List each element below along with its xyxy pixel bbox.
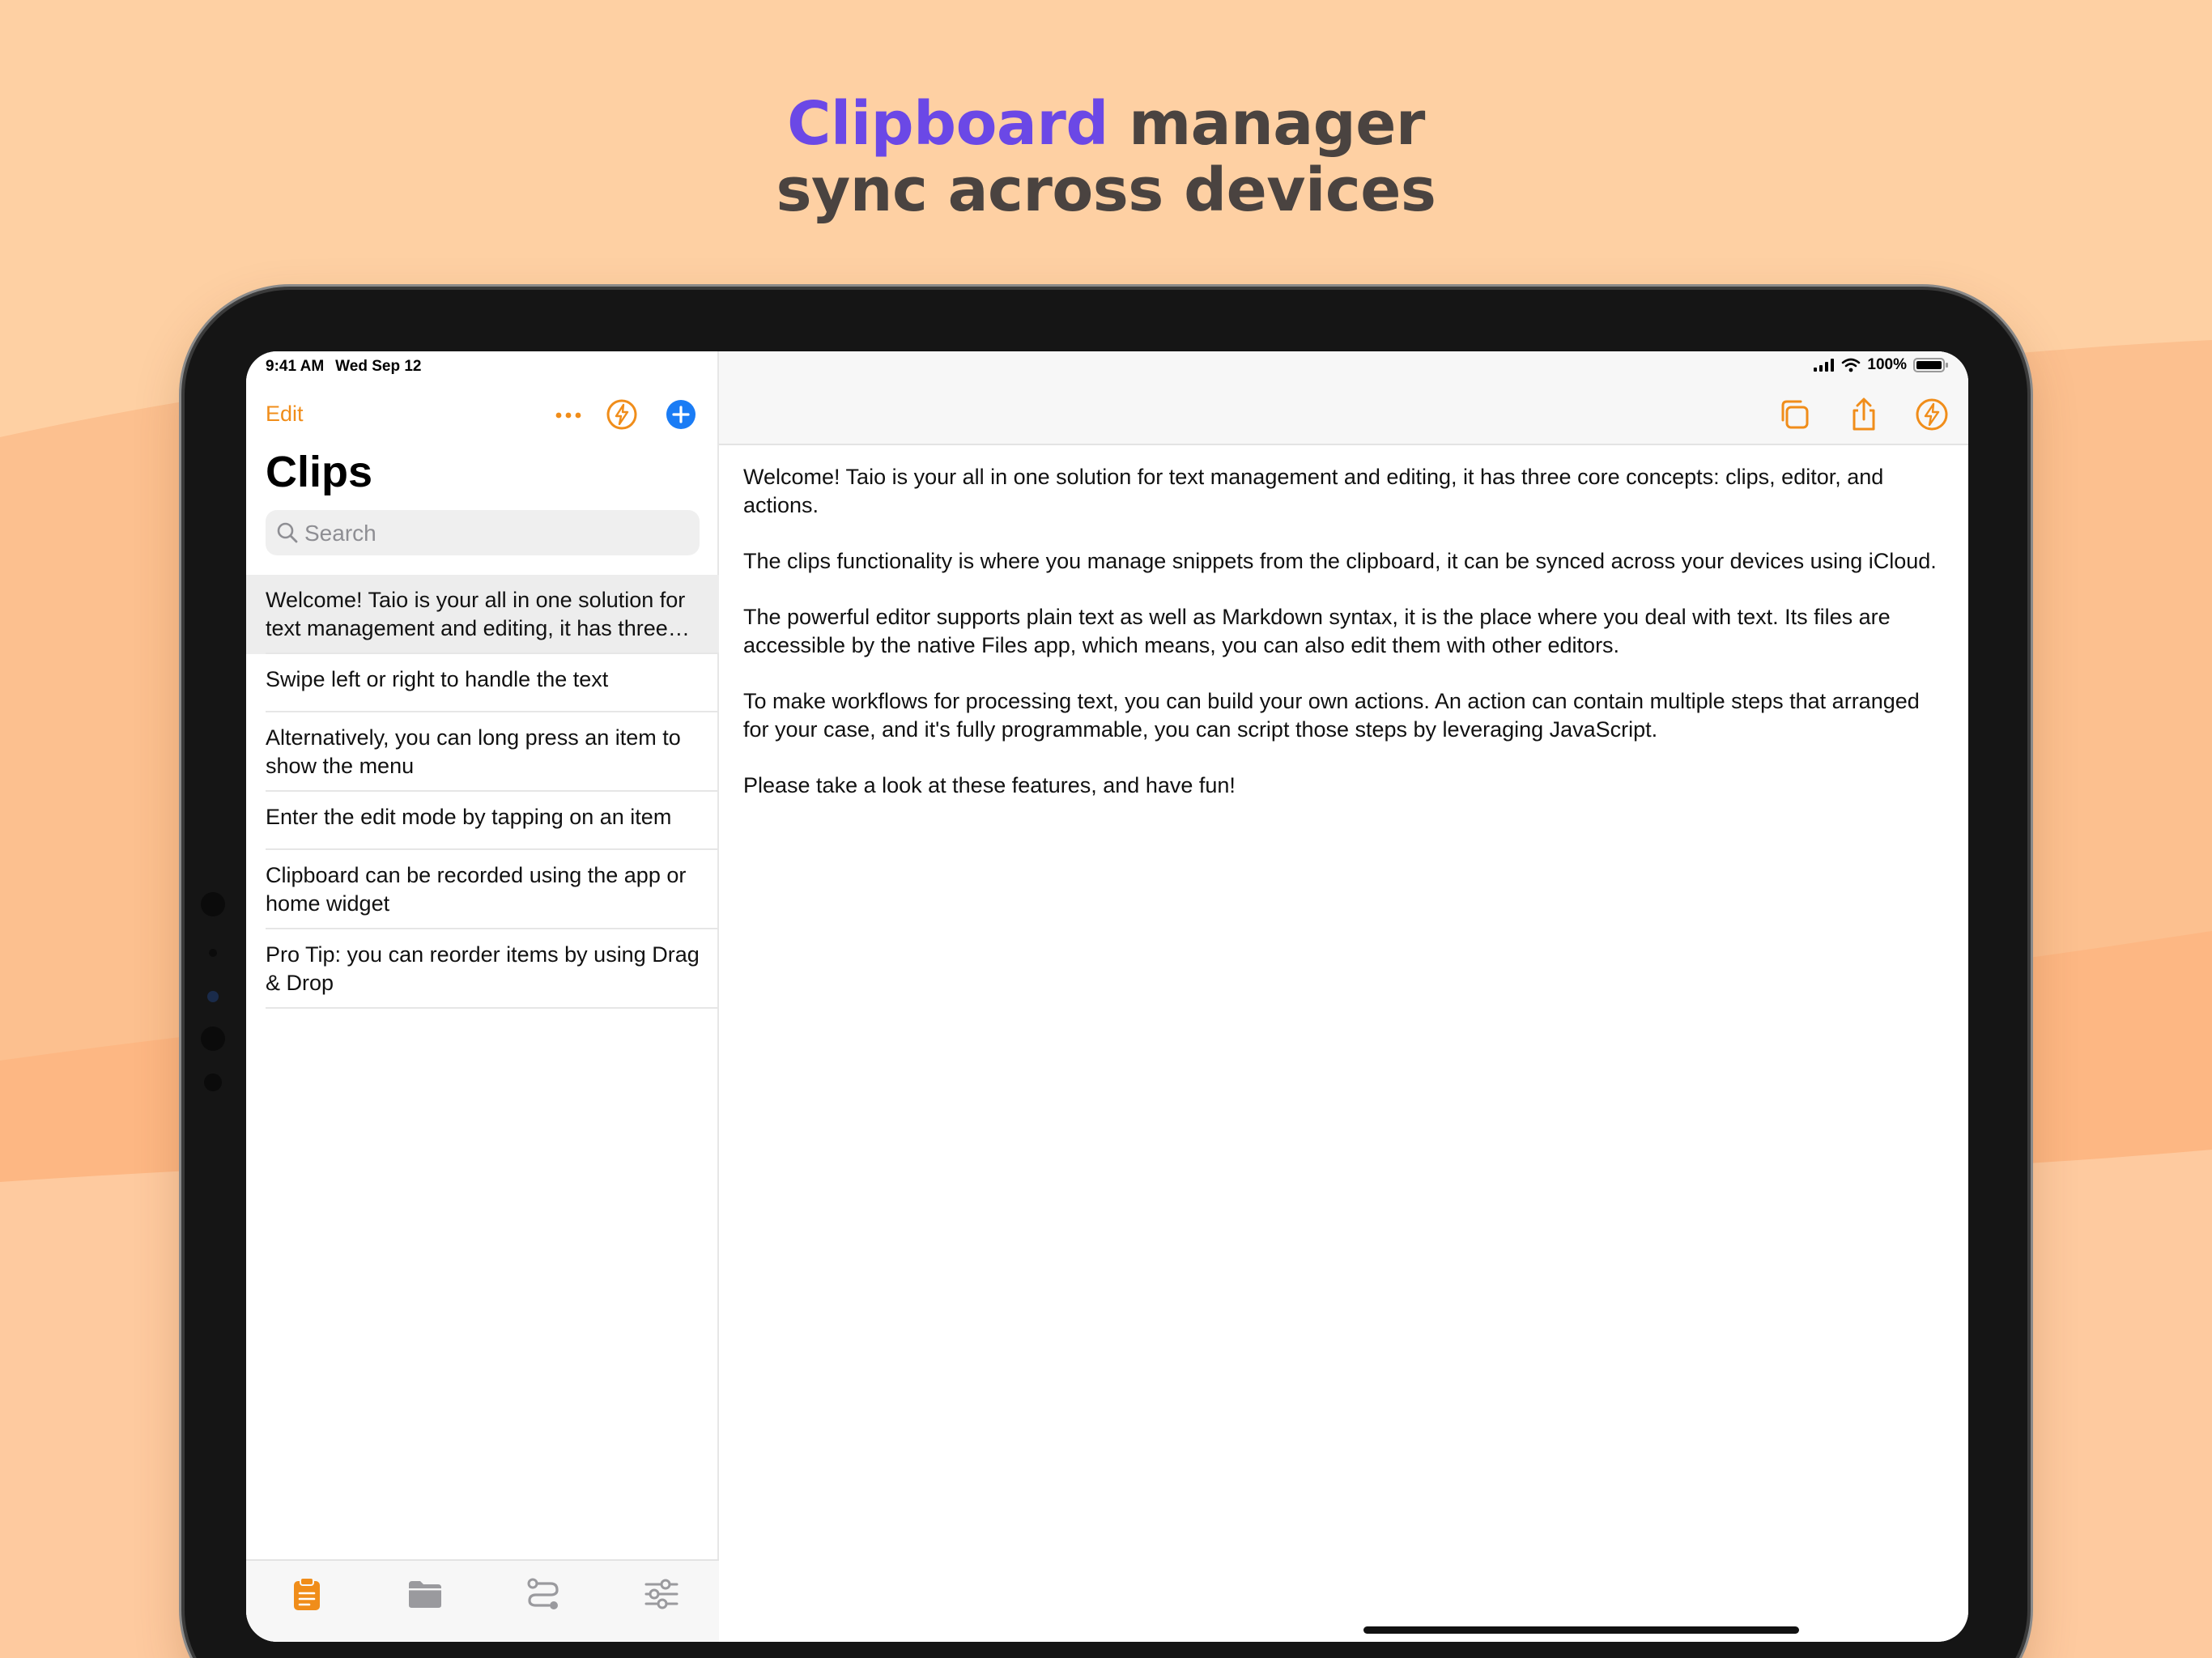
list-item-text: Welcome! Taio is your all in one solutio… xyxy=(266,588,686,640)
clip-list: Welcome! Taio is your all in one solutio… xyxy=(246,575,719,1009)
headline-line2: sync across devices xyxy=(776,155,1436,225)
list-item[interactable]: Welcome! Taio is your all in one solutio… xyxy=(246,575,719,654)
list-item-text: Clipboard can be recorded using the app … xyxy=(266,863,687,916)
battery-icon xyxy=(1913,358,1948,372)
copy-icon[interactable] xyxy=(1776,397,1812,432)
paragraph: To make workflows for processing text, y… xyxy=(743,689,1920,742)
list-item[interactable]: Pro Tip: you can reorder items by using … xyxy=(246,929,719,1009)
add-icon[interactable] xyxy=(665,398,697,431)
list-item[interactable]: Enter the edit mode by tapping on an ite… xyxy=(246,792,719,850)
list-item-text: Enter the edit mode by tapping on an ite… xyxy=(266,805,672,829)
paragraph: The powerful editor supports plain text … xyxy=(743,605,1891,657)
editor-text[interactable]: Welcome! Taio is your all in one solutio… xyxy=(743,463,1942,827)
actions-tab-icon[interactable] xyxy=(525,1575,562,1613)
headline-accent: Clipboard xyxy=(787,89,1108,159)
search-placeholder: Search xyxy=(304,521,376,546)
folder-tab-icon[interactable] xyxy=(406,1575,444,1613)
paragraph: Welcome! Taio is your all in one solutio… xyxy=(743,465,1884,517)
wifi-icon xyxy=(1842,358,1861,372)
page-title: Clips xyxy=(266,448,373,496)
list-item[interactable]: Clipboard can be recorded using the app … xyxy=(246,850,719,929)
search-icon xyxy=(277,522,298,543)
list-item-text: Pro Tip: you can reorder items by using … xyxy=(266,942,700,995)
share-icon[interactable] xyxy=(1846,397,1882,432)
edit-button[interactable]: Edit xyxy=(266,402,304,427)
battery-percent: 100% xyxy=(1867,356,1907,373)
more-icon[interactable] xyxy=(551,403,586,427)
status-date: Wed Sep 12 xyxy=(335,358,422,375)
paragraph: Please take a look at these features, an… xyxy=(743,773,1236,797)
status-bar-right: 100% xyxy=(1814,356,1949,374)
home-indicator[interactable] xyxy=(1363,1626,1799,1634)
headline: Clipboard manager sync across devices xyxy=(0,91,2212,223)
bolt-icon[interactable] xyxy=(606,398,638,431)
sensor-dot xyxy=(204,1073,222,1091)
detail-toolbar: 100% xyxy=(719,351,1968,445)
sensor-dot xyxy=(201,1027,225,1051)
search-input[interactable]: Search xyxy=(266,510,700,555)
clipboard-tab-icon[interactable] xyxy=(288,1575,325,1613)
detail-pane: 100% Welcome! Taio is your all in one so… xyxy=(719,351,1968,1642)
screen: 9:41 AM Wed Sep 12 Edit Clips Search Welc… xyxy=(246,351,1968,1642)
list-item-text: Alternatively, you can long press an ite… xyxy=(266,725,681,778)
cellular-icon xyxy=(1814,359,1835,372)
headline-line1: manager xyxy=(1108,89,1425,159)
sensor-dot xyxy=(209,949,217,957)
list-item-text: Swipe left or right to handle the text xyxy=(266,667,609,691)
bolt-icon[interactable] xyxy=(1914,397,1950,432)
list-item[interactable]: Swipe left or right to handle the text xyxy=(246,654,719,712)
paragraph: The clips functionality is where you man… xyxy=(743,549,1937,573)
sensor-dot xyxy=(201,892,225,916)
settings-tab-icon[interactable] xyxy=(643,1575,680,1613)
tab-bar xyxy=(246,1559,719,1642)
status-time: 9:41 AM xyxy=(266,358,325,375)
camera-lens xyxy=(207,991,219,1002)
status-bar-left: 9:41 AM Wed Sep 12 xyxy=(266,358,432,376)
list-item[interactable]: Alternatively, you can long press an ite… xyxy=(246,712,719,792)
sidebar: 9:41 AM Wed Sep 12 Edit Clips Search Welc… xyxy=(246,351,719,1642)
